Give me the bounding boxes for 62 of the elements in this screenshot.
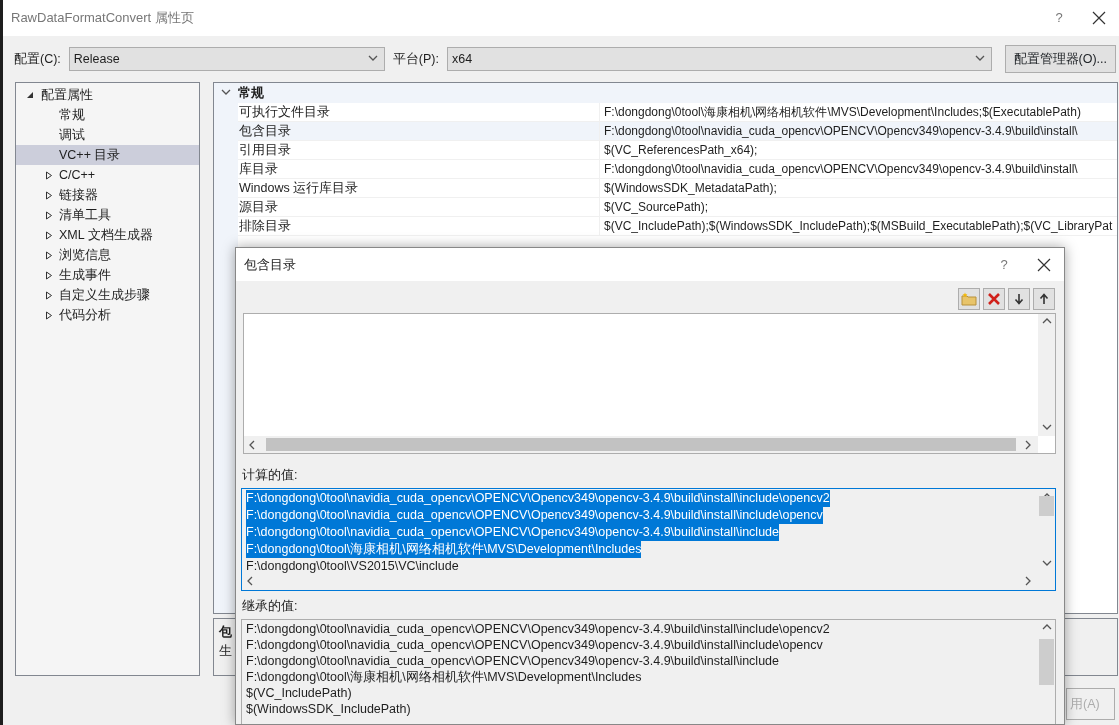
category-label: 常规 [238,84,264,102]
tree-item[interactable]: 链接器 [16,185,199,205]
tree-item[interactable]: C/C++ [16,165,199,185]
platform-label: 平台(P): [392,50,439,68]
value-line: F:\dongdong\0tool\navidia_cuda_opencv\OPENCV\Opencv349\opencv-3.4.9\build\install\include\opencv [246,636,823,653]
tree-item[interactable]: 浏览信息 [16,245,199,265]
folder-star-icon [961,292,977,306]
dialog-title: 包含目录 [244,255,297,274]
computed-label: 计算的值: [241,467,299,484]
property-name[interactable]: 引用目录 [238,141,599,160]
help-button[interactable]: ? [984,248,1024,283]
close-icon[interactable] [1092,11,1106,25]
down-arrow-icon [1014,293,1024,305]
property-name[interactable]: 源目录 [238,198,599,217]
property-name[interactable]: 排除目录 [238,217,599,236]
tree-item[interactable]: VC++ 目录 [16,145,199,165]
tree-item[interactable]: 常规 [16,105,199,125]
vertical-scrollbar[interactable] [1038,314,1055,436]
help-button[interactable]: ? [1039,0,1079,36]
tree-item[interactable]: 生成事件 [16,265,199,285]
tree-item[interactable]: 代码分析 [16,305,199,325]
property-value[interactable]: F:\dongdong\0tool\navidia_cuda_opencv\OPENCV\Opencv349\opencv-3.4.9\build\install\ [599,160,1117,179]
property-value[interactable]: $(VC_IncludePath);$(WindowsSDK_IncludePath);$(MSBuild_ExecutablePath);$(VC_LibraryPat [599,217,1117,236]
tree-item[interactable]: 配置属性 [16,85,199,105]
property-name[interactable]: Windows 运行库目录 [238,179,599,198]
value-line: F:\dongdong\0tool\navidia_cuda_opencv\OPENCV\Opencv349\opencv-3.4.9\build\install\include [246,652,779,669]
config-manager-button[interactable]: 配置管理器(O)... [1004,45,1116,73]
window-title: RawDataFormatConvert 属性页 [11,9,195,28]
value-line: F:\dongdong\0tool\海康相机\网络相机软件\MVS\Development\Includes [246,668,642,685]
property-value[interactable]: $(VC_ReferencesPath_x64); [599,141,1117,160]
scroll-thumb[interactable] [266,438,1016,451]
inherited-values-box[interactable] [241,618,1056,724]
description-title: 包 [219,624,232,641]
value-line: $(WindowsSDK_IncludePath) [246,700,411,717]
property-name[interactable]: 库目录 [238,160,599,179]
scroll-thumb[interactable] [1039,638,1054,685]
description-text: 生 [219,642,232,660]
value-line: $(VC_IncludePath) [246,684,352,701]
property-value[interactable]: F:\dongdong\0tool\navidia_cuda_opencv\OPENCV\Opencv349\opencv-3.4.9\build\install\ [599,122,1117,141]
tree-item[interactable]: 清单工具 [16,205,199,225]
config-label: 配置(C): [14,50,61,68]
value-line[interactable]: F:\dongdong\0tool\VS2015\VC\include [246,557,459,575]
scroll-thumb[interactable] [1039,496,1054,517]
move-down-button[interactable] [1008,288,1030,310]
delete-icon [987,292,1001,306]
value-line: F:\dongdong\0tool\navidia_cuda_opencv\OPENCV\Opencv349\opencv-3.4.9\build\install\include\opencv2 [246,620,830,637]
close-icon[interactable] [1037,257,1051,272]
property-value[interactable]: $(VC_SourcePath); [599,198,1117,217]
computed-values-box[interactable] [241,487,1056,591]
move-up-button[interactable] [1033,288,1055,310]
new-line-button[interactable] [958,288,980,310]
up-arrow-icon [1039,293,1049,305]
delete-button[interactable] [983,288,1005,310]
inherited-label: 继承的值: [241,597,299,615]
config-dropdown[interactable]: Release [68,47,385,71]
horizontal-scrollbar[interactable] [244,436,1038,453]
tree-item[interactable]: 调试 [16,125,199,145]
property-name[interactable]: 包含目录 [238,122,599,141]
tree-item[interactable]: XML 文档生成器 [16,225,199,245]
platform-dropdown[interactable]: x64 [446,47,992,71]
property-value[interactable]: $(WindowsSDK_MetadataPath); [599,179,1117,198]
tree-item[interactable]: 自定义生成步骤 [16,285,199,305]
